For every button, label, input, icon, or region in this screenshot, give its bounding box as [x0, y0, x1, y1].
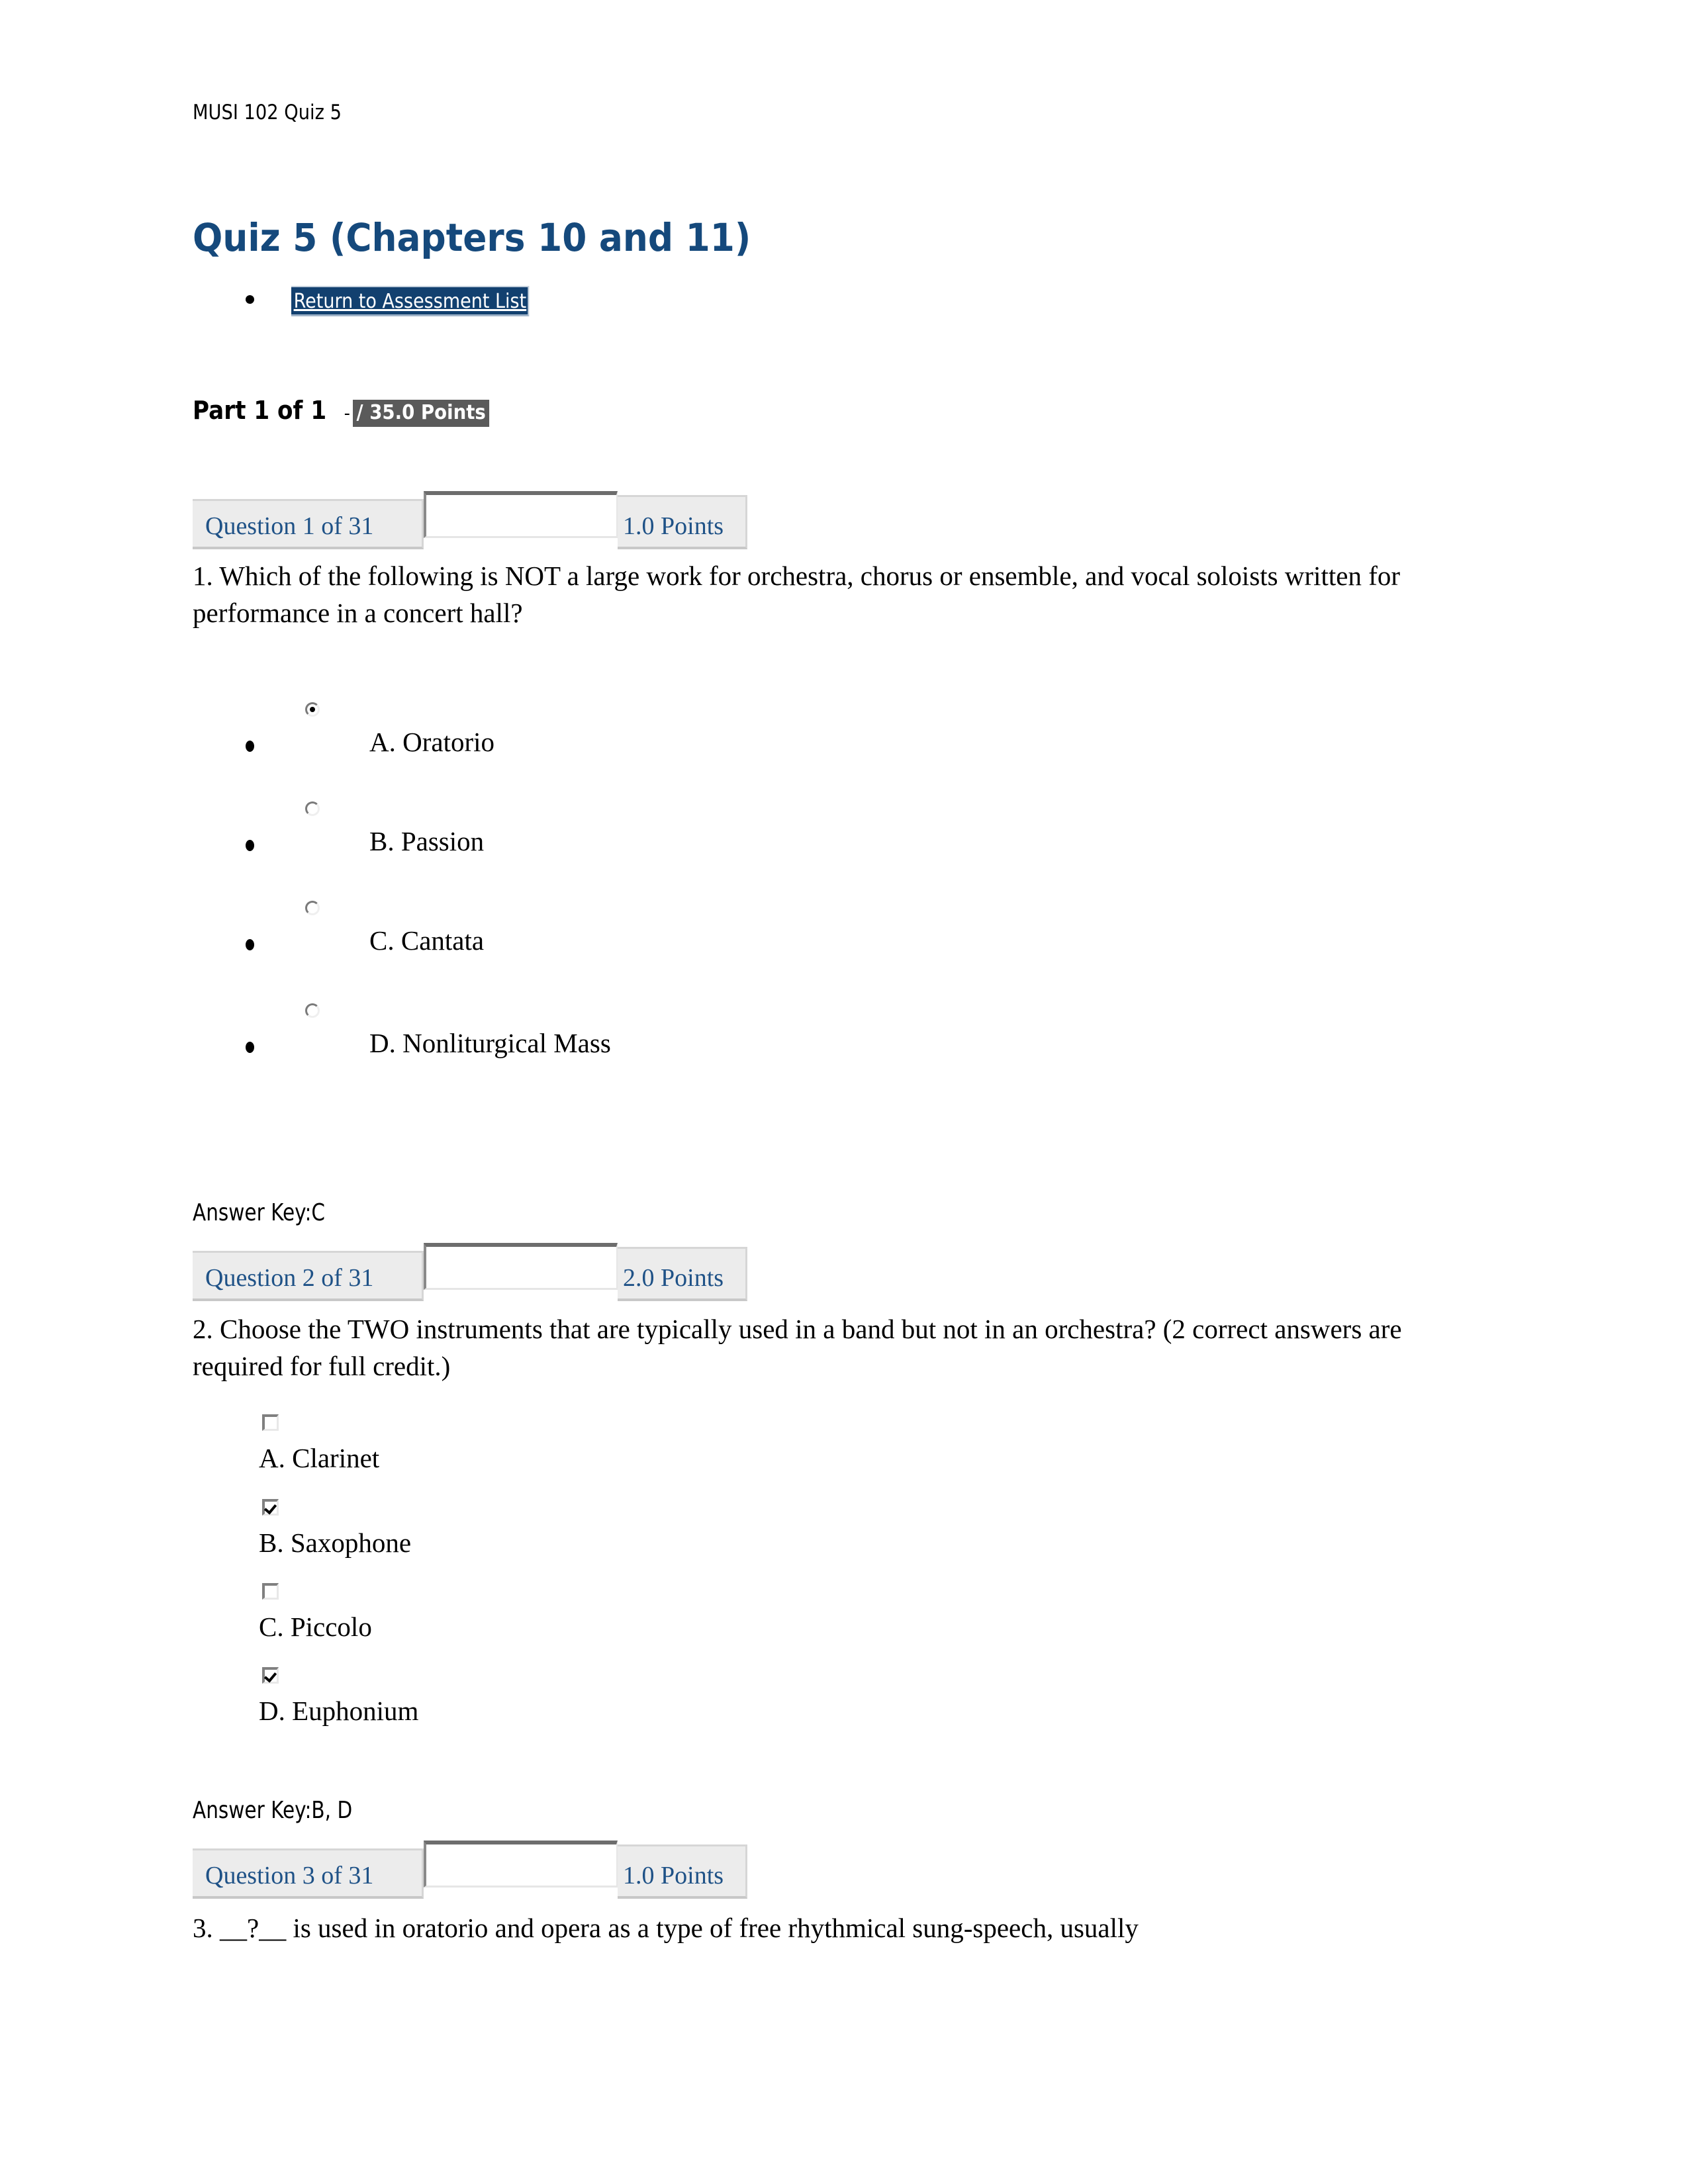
question-2-label-cell: Question 2 of 31 [193, 1251, 424, 1301]
question-2-option-c[interactable]: C. Piccolo [193, 1583, 987, 1666]
radio-button-b[interactable] [305, 801, 320, 816]
part-label: Part 1 of 1 [193, 396, 327, 425]
question-1-label: Question 1 of 31 [205, 512, 374, 540]
option-d-label: D. Euphonium [259, 1696, 419, 1726]
page-title: Quiz 5 (Chapters 10 and 11) [193, 215, 751, 260]
part-header: Part 1 of 1-/ 35.0 Points [193, 396, 501, 427]
question-1-option-d[interactable]: D. Nonliturgical Mass [193, 991, 1119, 1064]
question-1-answer-input[interactable] [424, 491, 618, 538]
question-2-label: Question 2 of 31 [205, 1264, 374, 1292]
question-1-text: 1. Which of the following is NOT a large… [193, 561, 1401, 628]
option-b-label: B. Passion [369, 826, 485, 856]
question-2-answer-input[interactable] [424, 1243, 618, 1290]
question-2-option-b[interactable]: B. Saxophone [193, 1499, 987, 1582]
bullet-icon [246, 1042, 254, 1053]
radio-button-d[interactable] [305, 1003, 320, 1018]
question-2-option-a[interactable]: A. Clarinet [193, 1414, 987, 1498]
checkbox-c[interactable] [262, 1583, 279, 1600]
question-3-points: 1.0 Points [623, 1862, 724, 1889]
checkbox-d[interactable] [262, 1667, 279, 1684]
running-header: MUSI 102 Quiz 5 [193, 101, 342, 124]
return-to-assessment-list-link[interactable]: Return to Assessment List [291, 286, 529, 316]
bullet-icon [246, 840, 254, 851]
question-1-points: 1.0 Points [623, 512, 724, 540]
question-3-text: 3. __?__ is used in oratorio and opera a… [193, 1913, 1139, 1943]
bullet-icon [246, 939, 254, 950]
question-2-option-d[interactable]: D. Euphonium [193, 1667, 987, 1751]
option-b-label: B. Saxophone [259, 1527, 412, 1558]
option-a-label: A. Clarinet [259, 1443, 380, 1473]
bullet-icon [246, 741, 254, 752]
radio-button-c[interactable] [305, 901, 320, 915]
question-3-answer-input[interactable] [424, 1841, 618, 1888]
question-1-label-cell: Question 1 of 31 [193, 499, 424, 549]
checkbox-a[interactable] [262, 1414, 279, 1431]
question-2-points-cell: 2.0 Points [618, 1247, 747, 1301]
question-1-option-c[interactable]: C. Cantata [193, 889, 1119, 962]
question-2-answer-key: Answer Key:B, D [193, 1797, 353, 1824]
option-a-label: A. Oratorio [369, 727, 495, 757]
option-c-label: C. Cantata [369, 925, 485, 956]
option-d-label: D. Nonliturgical Mass [369, 1028, 611, 1058]
question-1-points-cell: 1.0 Points [618, 495, 747, 549]
option-c-label: C. Piccolo [259, 1612, 372, 1642]
question-3-label: Question 3 of 31 [205, 1862, 374, 1889]
question-2-text: 2. Choose the TWO instruments that are t… [193, 1314, 1402, 1381]
bullet-icon [246, 295, 254, 304]
document-page: MUSI 102 Quiz 5 Quiz 5 (Chapters 10 and … [0, 0, 1688, 2184]
question-1-option-a[interactable]: A. Oratorio [193, 690, 1119, 763]
checkbox-b[interactable] [262, 1499, 279, 1516]
question-3-points-cell: 1.0 Points [618, 1844, 747, 1899]
return-link-list: Return to Assessment List [193, 286, 987, 318]
radio-button-a[interactable] [305, 702, 320, 717]
question-3-label-cell: Question 3 of 31 [193, 1848, 424, 1899]
part-points-badge: / 35.0 Points [352, 400, 490, 427]
part-dash: - [344, 404, 350, 424]
question-1-option-b[interactable]: B. Passion [193, 790, 1119, 862]
question-1-answer-key: Answer Key:C [193, 1199, 326, 1226]
question-2-points: 2.0 Points [623, 1264, 724, 1292]
